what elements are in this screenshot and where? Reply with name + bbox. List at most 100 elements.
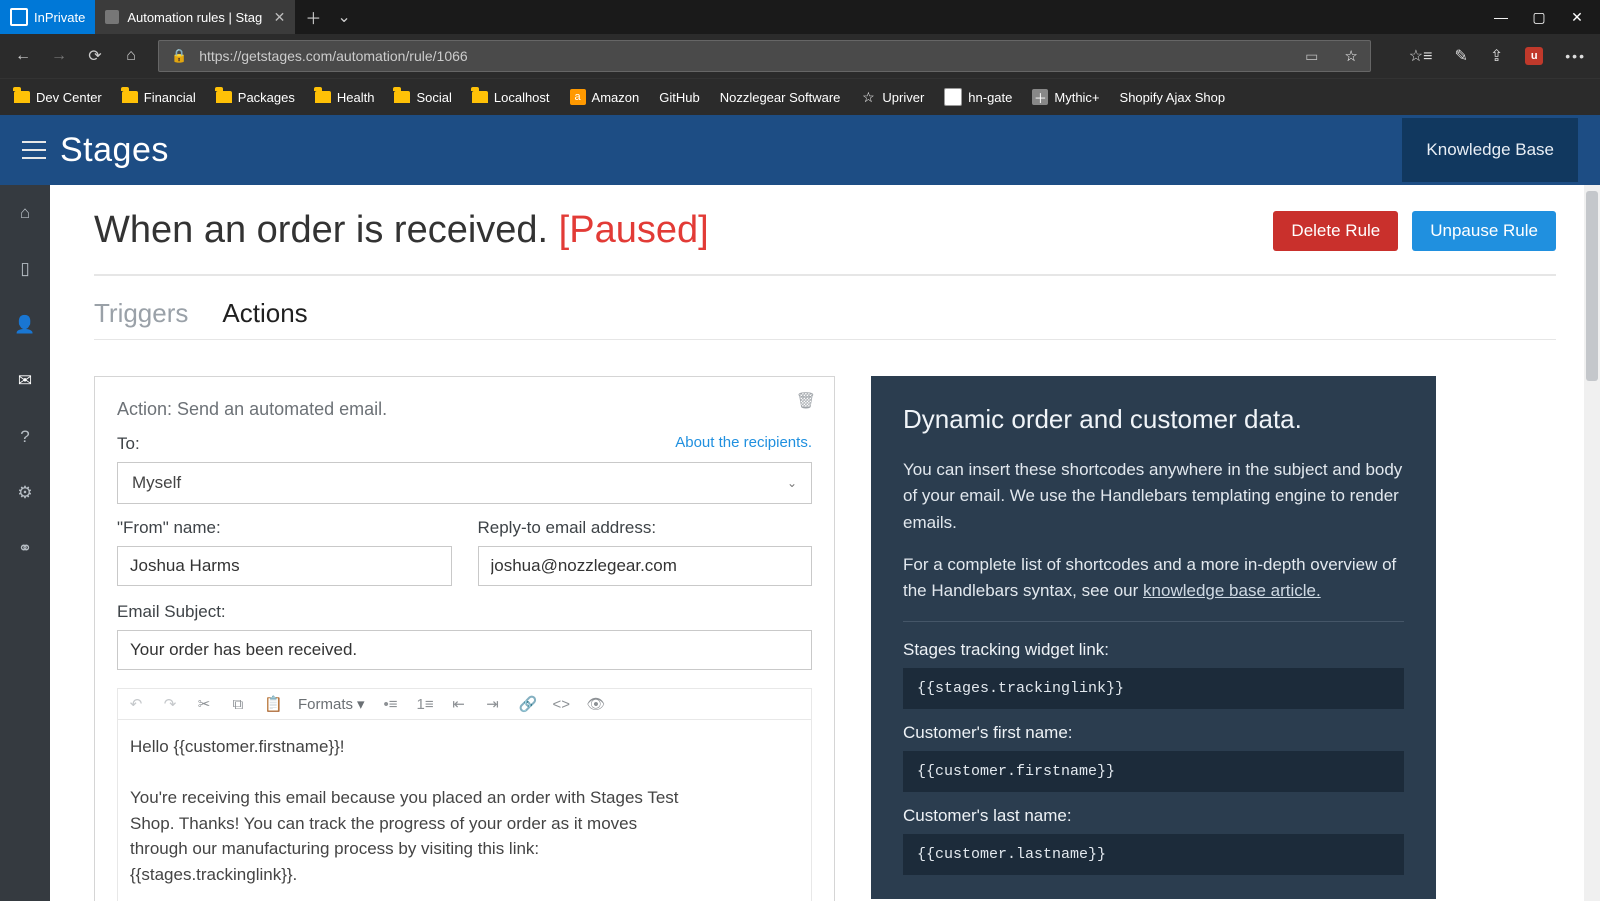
bookmark-mythic[interactable]: ＋Mythic+: [1032, 89, 1099, 105]
notes-icon[interactable]: ✎: [1454, 46, 1467, 66]
subject-input[interactable]: [117, 630, 812, 670]
editor-toolbar: ↶ ↷ ✂ ⧉ 📋 Formats ▾ •≡ 1≡ ⇤: [118, 689, 811, 720]
shield-icon: [10, 8, 28, 26]
link-icon[interactable]: 🔗: [519, 695, 535, 713]
copy-icon[interactable]: ⧉: [230, 696, 246, 713]
browser-tab[interactable]: Automation rules | Stag ✕: [95, 0, 295, 34]
favorites-icon[interactable]: ☆≡: [1409, 46, 1433, 66]
address-bar[interactable]: 🔒 https://getstages.com/automation/rule/…: [158, 40, 1371, 72]
indent-icon[interactable]: ⇥: [485, 695, 501, 713]
shortcode2-value: {{customer.firstname}}: [903, 751, 1404, 792]
bookmark-amazon[interactable]: aAmazon: [570, 89, 640, 105]
to-value: Myself: [132, 473, 181, 493]
scrollbar-thumb[interactable]: [1586, 191, 1598, 381]
back-icon[interactable]: ←: [14, 47, 32, 65]
star-icon: ☆: [860, 89, 876, 105]
kb-article-link[interactable]: knowledge base article.: [1143, 581, 1321, 600]
folder-icon: [122, 91, 138, 103]
bookmark-bar: Dev Center Financial Packages Health Soc…: [0, 78, 1600, 115]
nav-settings-icon[interactable]: ⚙: [13, 483, 37, 503]
tab-close-icon[interactable]: ✕: [274, 9, 286, 26]
from-name-input[interactable]: [117, 546, 452, 586]
nav-user-icon[interactable]: 👤: [13, 315, 37, 335]
app-brand: Stages: [60, 131, 169, 170]
bookmark-ajaxshop[interactable]: Shopify Ajax Shop: [1120, 90, 1226, 105]
bookmark-social[interactable]: Social: [394, 90, 451, 105]
amazon-icon: a: [570, 89, 586, 105]
knowledge-base-link[interactable]: Knowledge Base: [1402, 118, 1578, 182]
folder-icon: [394, 91, 410, 103]
reply-to-input[interactable]: [478, 546, 813, 586]
nav-help-icon[interactable]: ?: [13, 427, 37, 447]
paste-icon[interactable]: 📋: [264, 695, 280, 713]
maximize-icon[interactable]: ▢: [1532, 9, 1546, 26]
share-icon[interactable]: ⇪: [1490, 46, 1503, 66]
bookmark-localhost[interactable]: Localhost: [472, 90, 550, 105]
tab-actions[interactable]: Actions: [222, 298, 307, 329]
code-icon[interactable]: <>: [553, 696, 569, 713]
browser-toolbar: ← → ⟳ ⌂ 🔒 https://getstages.com/automati…: [0, 34, 1600, 78]
shortcode2-label: Customer's first name:: [903, 723, 1404, 743]
unpause-rule-button[interactable]: Unpause Rule: [1412, 211, 1556, 251]
tab-dropdown-button[interactable]: ⌄: [337, 7, 350, 27]
bookmark-health[interactable]: Health: [315, 90, 375, 105]
tab-favicon-icon: [105, 10, 119, 24]
bookmark-financial[interactable]: Financial: [122, 90, 196, 105]
tab-strip: InPrivate Automation rules | Stag ✕ ＋ ⌄ …: [0, 0, 1600, 34]
delete-action-icon[interactable]: 🗑: [796, 391, 816, 411]
ublock-icon[interactable]: u: [1525, 47, 1543, 65]
folder-icon: [14, 91, 30, 103]
email-editor: ↶ ↷ ✂ ⧉ 📋 Formats ▾ •≡ 1≡ ⇤: [117, 688, 812, 901]
editor-body[interactable]: Hello {{customer.firstname}}! You're rec…: [118, 720, 811, 901]
to-select[interactable]: Myself ⌄: [117, 462, 812, 504]
nav-home-icon[interactable]: ⌂: [13, 203, 37, 223]
undo-icon[interactable]: ↶: [128, 695, 144, 713]
outdent-icon[interactable]: ⇤: [451, 695, 467, 713]
shortcode1-label: Stages tracking widget link:: [903, 640, 1404, 660]
caret-down-icon: ▾: [357, 695, 365, 713]
editor-line1: Hello {{customer.firstname}}!: [130, 734, 799, 760]
nav-device-icon[interactable]: ▯: [13, 259, 37, 279]
scrollbar[interactable]: [1584, 185, 1600, 901]
nav-people-icon[interactable]: ⚭: [13, 539, 37, 559]
shortcode3-value: {{customer.lastname}}: [903, 834, 1404, 875]
help-paragraph-2: For a complete list of shortcodes and a …: [903, 552, 1404, 605]
shortcode1-value: {{stages.trackinglink}}: [903, 668, 1404, 709]
plus-icon: ＋: [1032, 89, 1048, 105]
hamburger-menu-icon[interactable]: [22, 141, 46, 159]
refresh-icon[interactable]: ⟳: [86, 46, 104, 66]
bookmark-nozzlegear[interactable]: Nozzlegear Software: [720, 90, 841, 105]
close-window-icon[interactable]: ✕: [1570, 9, 1584, 26]
tabs: Triggers Actions: [94, 276, 1556, 340]
window-controls: — ▢ ✕: [1478, 0, 1600, 34]
reader-mode-icon[interactable]: ▭: [1305, 48, 1318, 65]
preview-icon[interactable]: 👁: [587, 695, 603, 713]
cut-icon[interactable]: ✂: [196, 695, 212, 713]
numbered-list-icon[interactable]: 1≡: [417, 696, 433, 713]
left-nav: ⌂ ▯ 👤 ✉ ? ⚙ ⚭: [0, 185, 50, 901]
bookmark-packages[interactable]: Packages: [216, 90, 295, 105]
nav-mail-icon[interactable]: ✉: [13, 371, 37, 391]
redo-icon[interactable]: ↷: [162, 695, 178, 713]
bookmark-dev-center[interactable]: Dev Center: [14, 90, 102, 105]
about-recipients-link[interactable]: About the recipients.: [675, 434, 812, 451]
inprivate-badge: InPrivate: [0, 0, 95, 34]
forward-icon[interactable]: →: [50, 47, 68, 65]
tab-triggers[interactable]: Triggers: [94, 298, 188, 329]
folder-icon: [472, 91, 488, 103]
bookmark-upriver[interactable]: ☆Upriver: [860, 89, 924, 105]
bookmark-github[interactable]: GitHub: [659, 90, 699, 105]
favorite-star-icon[interactable]: ☆: [1344, 47, 1357, 65]
tab-title: Automation rules | Stag: [127, 10, 262, 25]
tab-actions: ＋ ⌄: [295, 0, 360, 34]
new-tab-button[interactable]: ＋: [305, 5, 321, 29]
formats-dropdown[interactable]: Formats ▾: [298, 695, 365, 713]
action-card: 🗑 Action: Send an automated email. To: A…: [94, 376, 835, 901]
help-header: Dynamic order and customer data.: [903, 404, 1404, 435]
home-icon[interactable]: ⌂: [122, 47, 140, 65]
browser-more-icon[interactable]: •••: [1565, 48, 1586, 64]
delete-rule-button[interactable]: Delete Rule: [1273, 211, 1398, 251]
bookmark-hn-gate[interactable]: hn-gate: [944, 88, 1012, 106]
minimize-icon[interactable]: —: [1494, 9, 1508, 25]
bulleted-list-icon[interactable]: •≡: [383, 696, 399, 713]
